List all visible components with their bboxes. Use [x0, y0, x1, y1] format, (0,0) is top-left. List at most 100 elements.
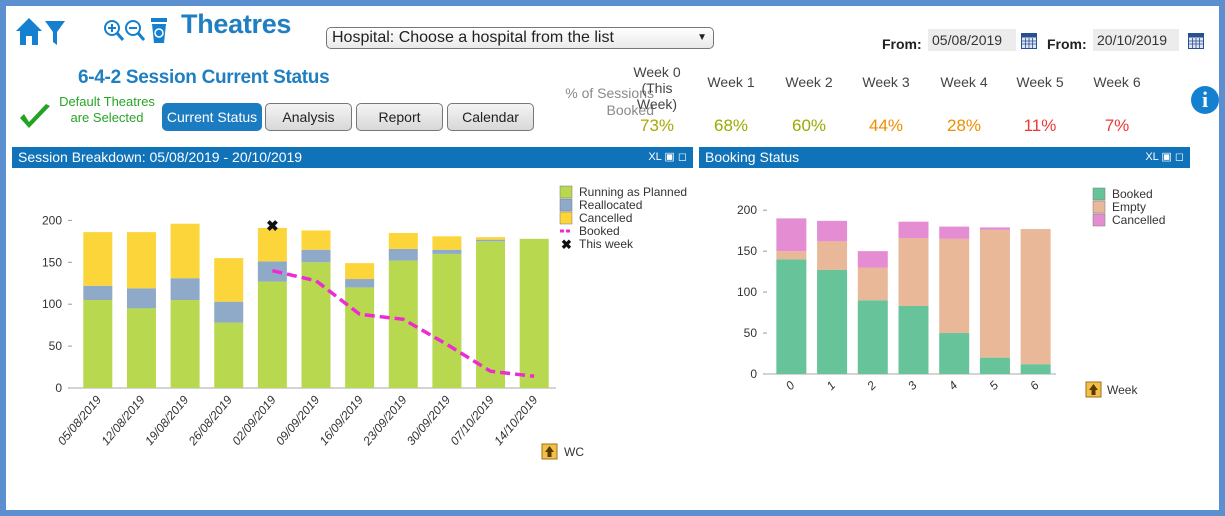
session-breakdown-chart: 0 50 100 150 200 05/08/201912/08/201919/08/20…: [42, 185, 687, 460]
from-date-field-2[interactable]: 20/10/2019: [1093, 29, 1179, 51]
page-subtitle: 6-4-2 Session Current Status: [78, 67, 330, 88]
bar-segment: [432, 253, 462, 388]
hospital-select-value: Hospital: Choose a hospital from the lis…: [332, 29, 614, 46]
panel-controls[interactable]: XL ▣ ◻: [1145, 147, 1184, 168]
bar-segment: [214, 301, 244, 323]
x-tick-label: 2: [864, 378, 880, 394]
session-breakdown-title: Session Breakdown: 05/08/2019 - 20/10/20…: [18, 149, 303, 165]
bar-segment: [126, 308, 156, 388]
x-tick-label: 14/10/2019: [491, 393, 541, 448]
bar-segment: [345, 279, 375, 288]
legend-swatch: [559, 185, 573, 199]
bar-segment: [83, 285, 113, 300]
bar-segment: [432, 249, 462, 254]
bar-segment: [432, 236, 462, 250]
x-tick-label: 3: [905, 378, 920, 393]
from-date-field-1[interactable]: 05/08/2019: [928, 29, 1016, 51]
bar-segment: [898, 306, 929, 374]
x-tick-label: 26/08/2019: [185, 393, 235, 449]
x-tick-label: 0: [783, 378, 798, 393]
week-pct-value: 73%: [639, 116, 675, 135]
x-tick-label: 1: [824, 378, 839, 393]
bar-segment: [939, 226, 970, 239]
panel-controls[interactable]: XL ▣ ◻: [648, 147, 687, 168]
bar-segment: [257, 281, 287, 388]
default-theatres-status: Default Theatres are Selected: [59, 94, 155, 125]
bar-segment: [939, 238, 970, 334]
bar-segment: [939, 333, 970, 374]
bar-segment: [83, 232, 113, 286]
y-tick-label: 150: [737, 244, 757, 258]
bar-segment: [1020, 229, 1051, 365]
x-tick-label: 09/09/2019: [273, 393, 323, 448]
bar-segment: [126, 232, 156, 289]
booking-status-header: Booking Status XL ▣ ◻: [699, 147, 1190, 168]
hospital-select[interactable]: Hospital: Choose a hospital from the lis…: [326, 27, 714, 49]
legend-swatch: ✖: [561, 237, 572, 252]
x-tick-label: 30/09/2019: [404, 393, 454, 448]
legend-swatch: [559, 198, 573, 212]
bar-segment: [817, 269, 848, 374]
week-header: Week 2: [785, 74, 833, 90]
bar-segment: [898, 238, 929, 307]
week-pct-value: 7%: [1104, 116, 1130, 135]
bar-segment: [345, 263, 375, 280]
legend-label: Cancelled: [579, 211, 632, 225]
bar-segment: [83, 300, 113, 388]
bar-segment: [1020, 364, 1051, 374]
info-icon[interactable]: i: [1191, 86, 1219, 114]
zoom-out-icon[interactable]: [124, 19, 146, 43]
week-pct-value: 11%: [1023, 116, 1057, 135]
y-tick-label: 150: [42, 255, 62, 269]
recycle-bin-icon[interactable]: [148, 16, 170, 44]
week-pct-value: 44%: [868, 116, 904, 135]
zoom-in-icon[interactable]: [103, 19, 125, 43]
booking-status-title: Booking Status: [705, 149, 800, 165]
week-header: Week 6: [1093, 74, 1141, 90]
bar-segment: [776, 251, 807, 260]
bar-segment: [170, 223, 200, 279]
tab-current-status[interactable]: Current Status: [162, 103, 262, 131]
week-pct-value: 68%: [713, 116, 749, 135]
bar-segment: [301, 230, 331, 250]
bar-segment: [214, 322, 244, 388]
bar-segment: [817, 220, 848, 242]
bar-segment: [126, 288, 156, 309]
y-tick-label: 50: [744, 326, 758, 340]
x-tick-label: 23/09/2019: [360, 393, 410, 449]
bar-segment: [519, 238, 549, 388]
session-breakdown-header: Session Breakdown: 05/08/2019 - 20/10/20…: [12, 147, 693, 168]
y-tick-label: 0: [750, 367, 757, 381]
filter-icon[interactable]: [44, 19, 66, 47]
x-tick-label: 4: [946, 378, 961, 393]
x-tick-label: 16/09/2019: [317, 393, 367, 448]
y-tick-label: 200: [42, 213, 62, 227]
x-axis-label: Week: [1107, 383, 1138, 397]
legend-label: Booked: [579, 224, 620, 238]
x-tick-label: 05/08/2019: [55, 393, 105, 448]
legend-swatch: [1092, 213, 1106, 227]
legend-label: Reallocated: [579, 198, 642, 212]
bar-segment: [388, 248, 418, 261]
x-tick-label: 19/08/2019: [142, 393, 192, 448]
calendar-icon[interactable]: [1021, 33, 1037, 49]
legend-label: Empty: [1112, 200, 1146, 214]
tab-report[interactable]: Report: [356, 103, 443, 131]
calendar-icon[interactable]: [1188, 33, 1204, 49]
from-label-1: From:: [882, 36, 922, 52]
legend-label: This week: [579, 237, 634, 251]
bar-segment: [857, 300, 888, 374]
bar-segment: [345, 287, 375, 388]
x-tick-label: 07/10/2019: [448, 393, 498, 448]
booking-status-chart: 0 50 100 150 200 0 1 2 3 4 5 6 BookedEmptyCancelled W…: [737, 187, 1165, 398]
tab-calendar[interactable]: Calendar: [447, 103, 534, 131]
home-icon[interactable]: [15, 16, 43, 46]
legend-label: Cancelled: [1112, 213, 1165, 227]
bar-segment: [898, 221, 929, 239]
bar-segment: [979, 357, 1010, 374]
y-tick-label: 50: [49, 339, 63, 353]
week-pct-value: 60%: [791, 116, 827, 135]
tab-analysis[interactable]: Analysis: [265, 103, 352, 131]
x-tick-label: 5: [986, 378, 1001, 393]
bar-segment: [979, 229, 1010, 358]
